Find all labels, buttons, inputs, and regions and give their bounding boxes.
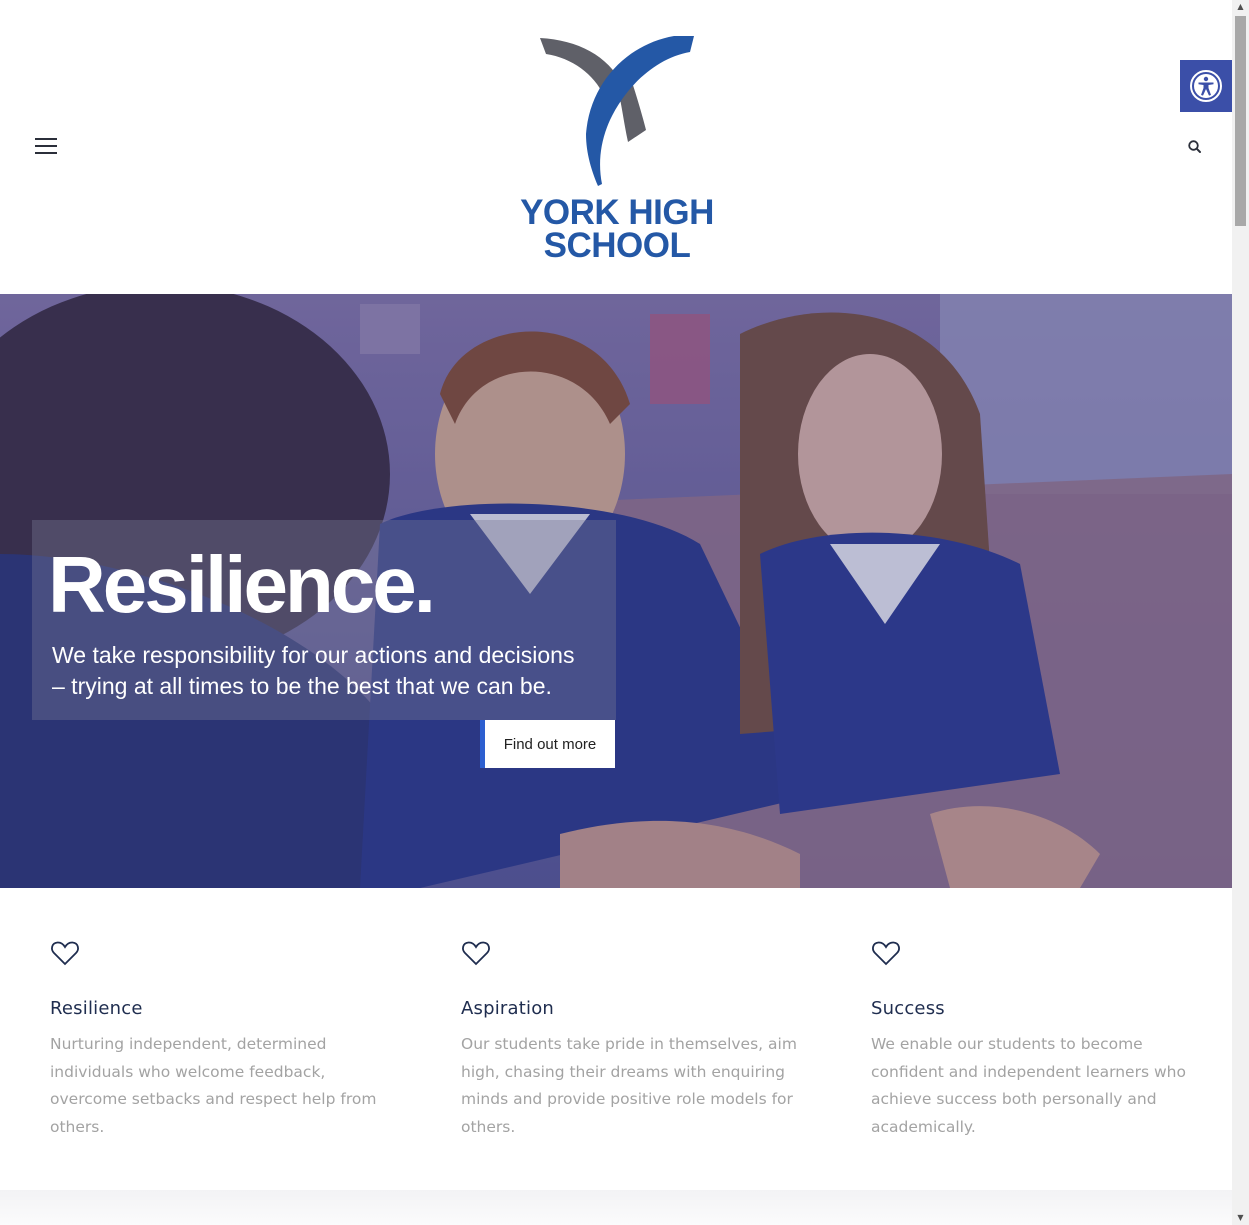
scroll-down-arrow-icon[interactable]: ▼ [1232, 1211, 1249, 1225]
accessibility-icon [1190, 70, 1222, 102]
logo-text: YORK HIGH SCHOOL [520, 193, 714, 265]
heart-icon [462, 941, 490, 966]
value-text: Our students take pride in themselves, a… [461, 1035, 797, 1136]
find-out-more-button[interactable]: Find out more [480, 720, 615, 768]
scrollbar-thumb[interactable] [1235, 16, 1246, 226]
site-header: YORK HIGH SCHOOL [0, 0, 1232, 294]
heart-icon [872, 941, 900, 966]
values-section: Resilience Nurturing independent, determ… [0, 888, 1232, 1190]
value-title: Resilience [50, 998, 143, 1019]
hero-title: Resilience. [48, 540, 436, 629]
value-title: Success [871, 998, 945, 1019]
search-icon[interactable] [1187, 139, 1203, 155]
logo-mark-icon [540, 36, 694, 186]
accessibility-button[interactable] [1180, 60, 1232, 112]
hero-subtitle: We take responsibility for our actions a… [52, 642, 575, 699]
hero-banner: Resilience. We take responsibility for o… [0, 294, 1232, 888]
scrollbar[interactable]: ▲ ▼ [1232, 0, 1249, 1225]
value-title: Aspiration [461, 998, 555, 1019]
heart-icon [51, 941, 79, 966]
scroll-up-arrow-icon[interactable]: ▲ [1232, 0, 1249, 14]
value-text: Nurturing independent, determined indivi… [50, 1035, 377, 1136]
value-text: We enable our students to become confide… [871, 1035, 1186, 1136]
hamburger-menu-icon[interactable] [35, 138, 57, 154]
section-divider [0, 1190, 1232, 1225]
school-logo[interactable]: YORK HIGH SCHOOL [510, 34, 724, 266]
page: YORK HIGH SCHOOL Resilience. We take res… [0, 0, 1249, 1225]
